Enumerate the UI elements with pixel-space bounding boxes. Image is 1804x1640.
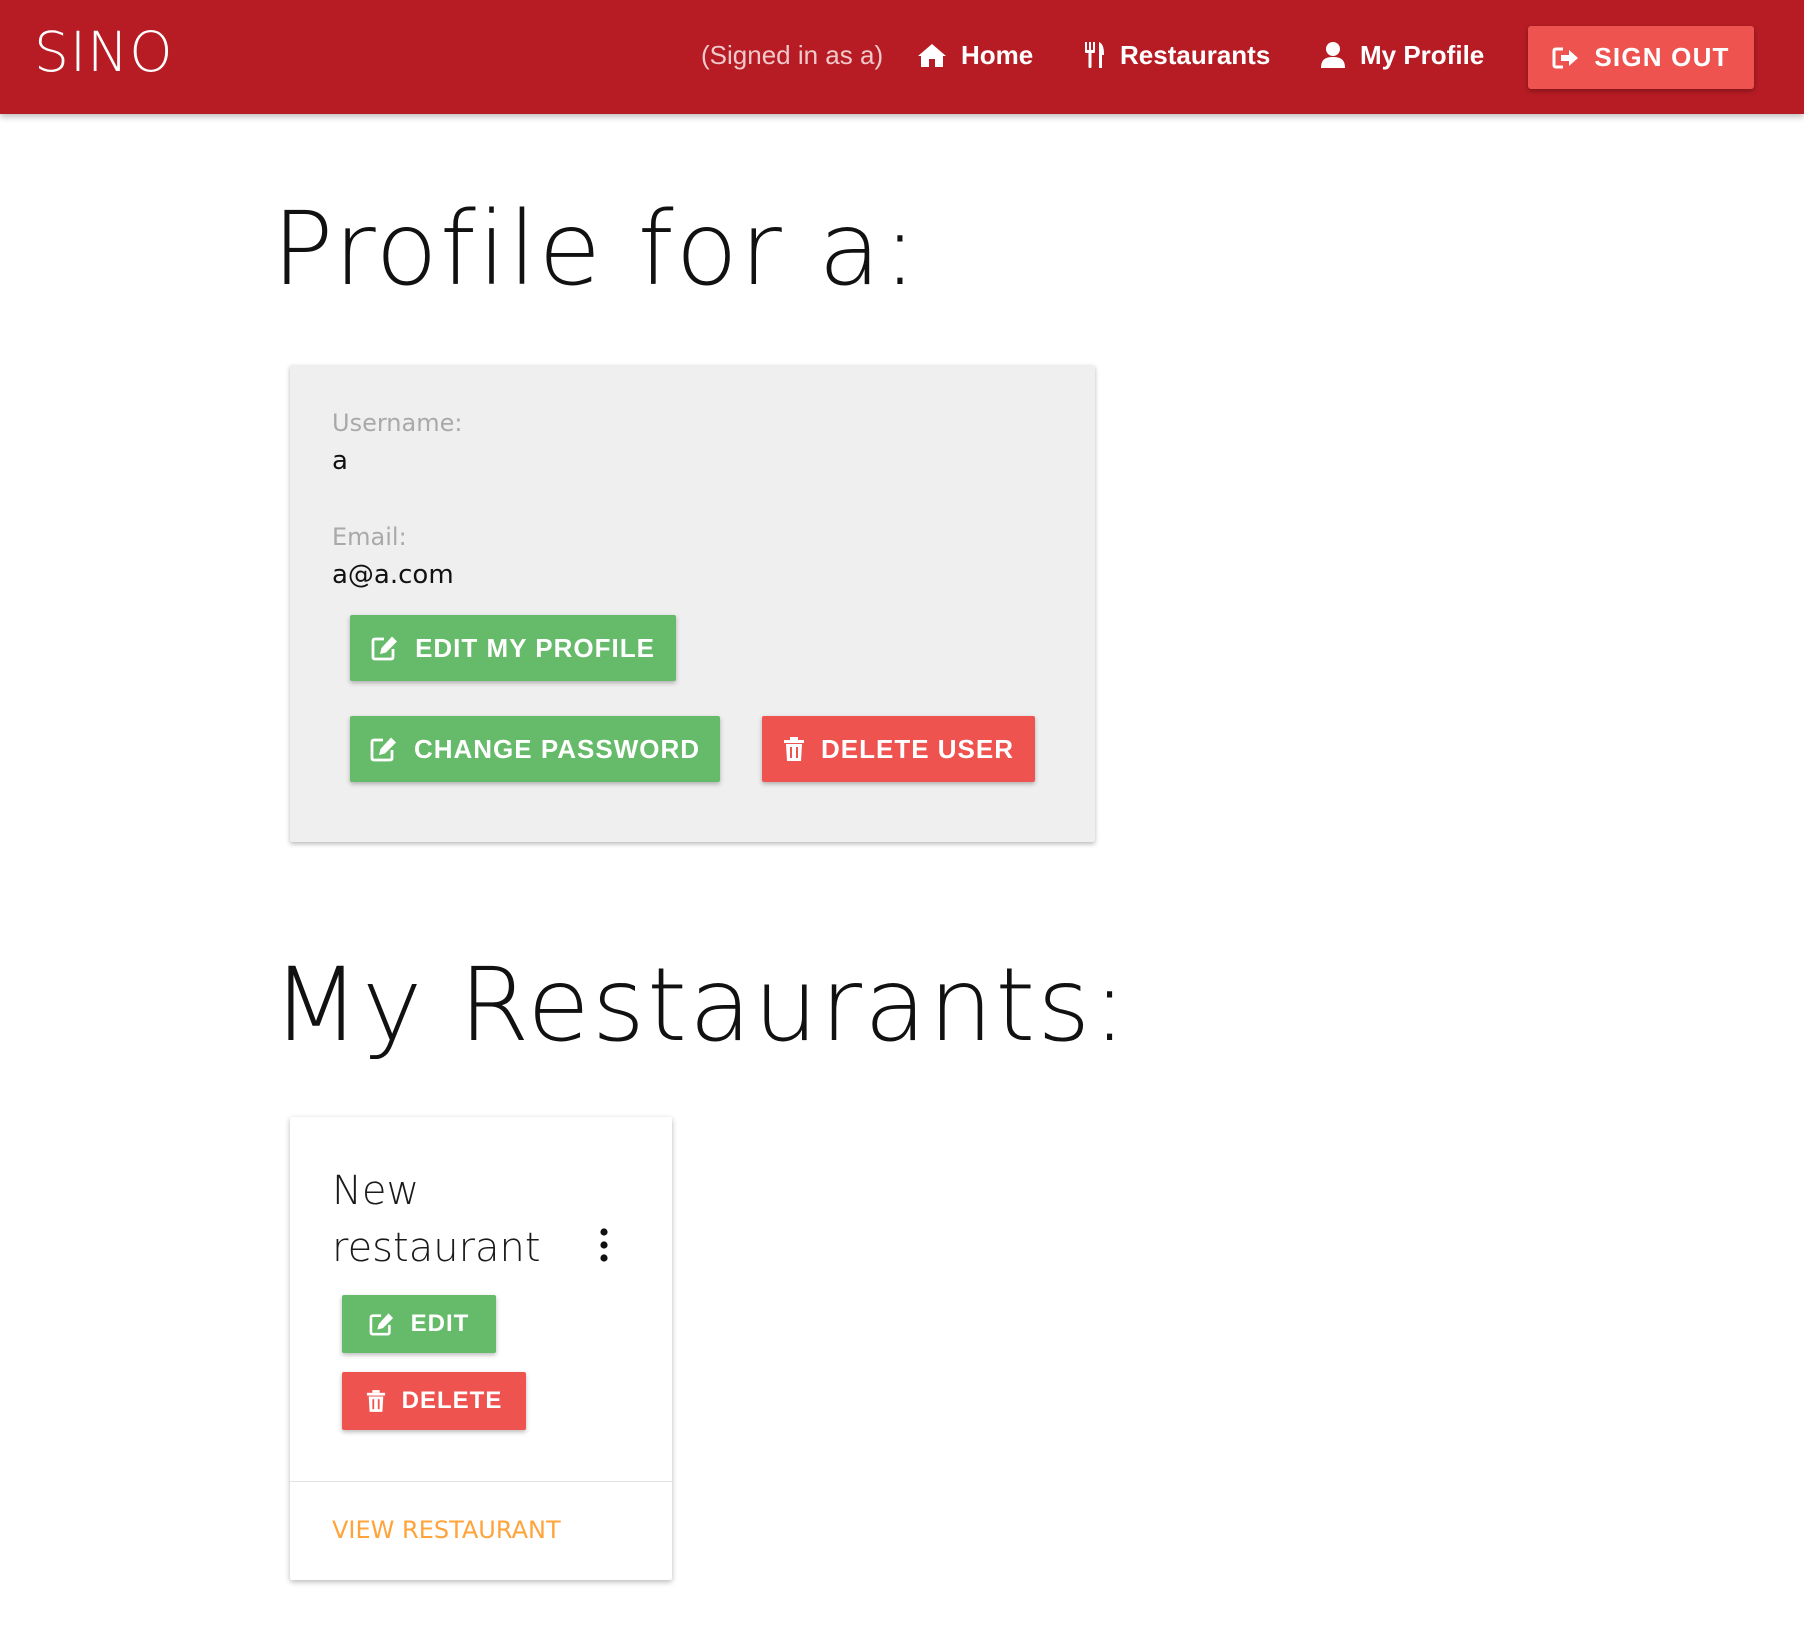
home-icon (918, 44, 946, 67)
nav-link-home[interactable]: Home (917, 38, 1033, 72)
profile-card: Username: a Email: a@a.com EDIT MY PROFI… (290, 365, 1095, 842)
card-divider (290, 1481, 672, 1482)
utensils-icon (1085, 42, 1104, 68)
trash-icon (366, 1390, 385, 1412)
delete-user-label: DELETE USER (820, 733, 1015, 764)
edit-profile-label: EDIT MY PROFILE (415, 632, 655, 663)
sign-out-label: SIGN OUT (1594, 42, 1730, 72)
nav-link-label: My Profile (1360, 40, 1485, 70)
edit-restaurant-button[interactable]: EDIT (342, 1295, 496, 1353)
nav-link-label: Home (961, 40, 1034, 70)
sign-out-button[interactable]: SIGN OUT (1528, 26, 1754, 89)
nav-link-restaurants[interactable]: Restaurants (1084, 38, 1270, 72)
username-value: a (332, 446, 348, 476)
edit-icon (370, 737, 396, 762)
edit-icon (371, 636, 398, 661)
profile-heading: Profile for a: (272, 190, 920, 309)
brand-logo[interactable]: SINO (34, 20, 174, 84)
username-label: Username: (332, 409, 463, 437)
restaurant-name: New restaurant (332, 1168, 541, 1271)
restaurants-heading: My Restaurants: (272, 946, 1129, 1065)
edit-icon (369, 1313, 393, 1336)
signed-in-status: (Signed in as a) (701, 40, 884, 70)
change-password-label: CHANGE PASSWORD (413, 733, 701, 764)
delete-restaurant-button[interactable]: DELETE (342, 1372, 526, 1430)
more-vertical-icon[interactable] (594, 1227, 614, 1263)
user-icon (1321, 42, 1345, 68)
nav-link-my-profile[interactable]: My Profile (1320, 38, 1484, 72)
delete-restaurant-label: DELETE (401, 1387, 503, 1414)
email-label: Email: (332, 523, 407, 551)
restaurant-card: New restaurant EDIT DELETE VIEW RESTAURA… (290, 1117, 672, 1580)
edit-restaurant-label: EDIT (410, 1310, 470, 1337)
edit-profile-button[interactable]: EDIT MY PROFILE (350, 615, 676, 681)
nav-link-label: Restaurants (1120, 40, 1271, 70)
top-navbar: SINO (Signed in as a) Home Restaurants M… (0, 0, 1804, 114)
delete-user-button[interactable]: DELETE USER (762, 716, 1035, 782)
change-password-button[interactable]: CHANGE PASSWORD (350, 716, 720, 782)
email-value: a@a.com (332, 560, 454, 590)
trash-icon (783, 737, 804, 761)
sign-out-icon (1552, 47, 1579, 68)
view-restaurant-link[interactable]: VIEW RESTAURANT (332, 1513, 561, 1547)
